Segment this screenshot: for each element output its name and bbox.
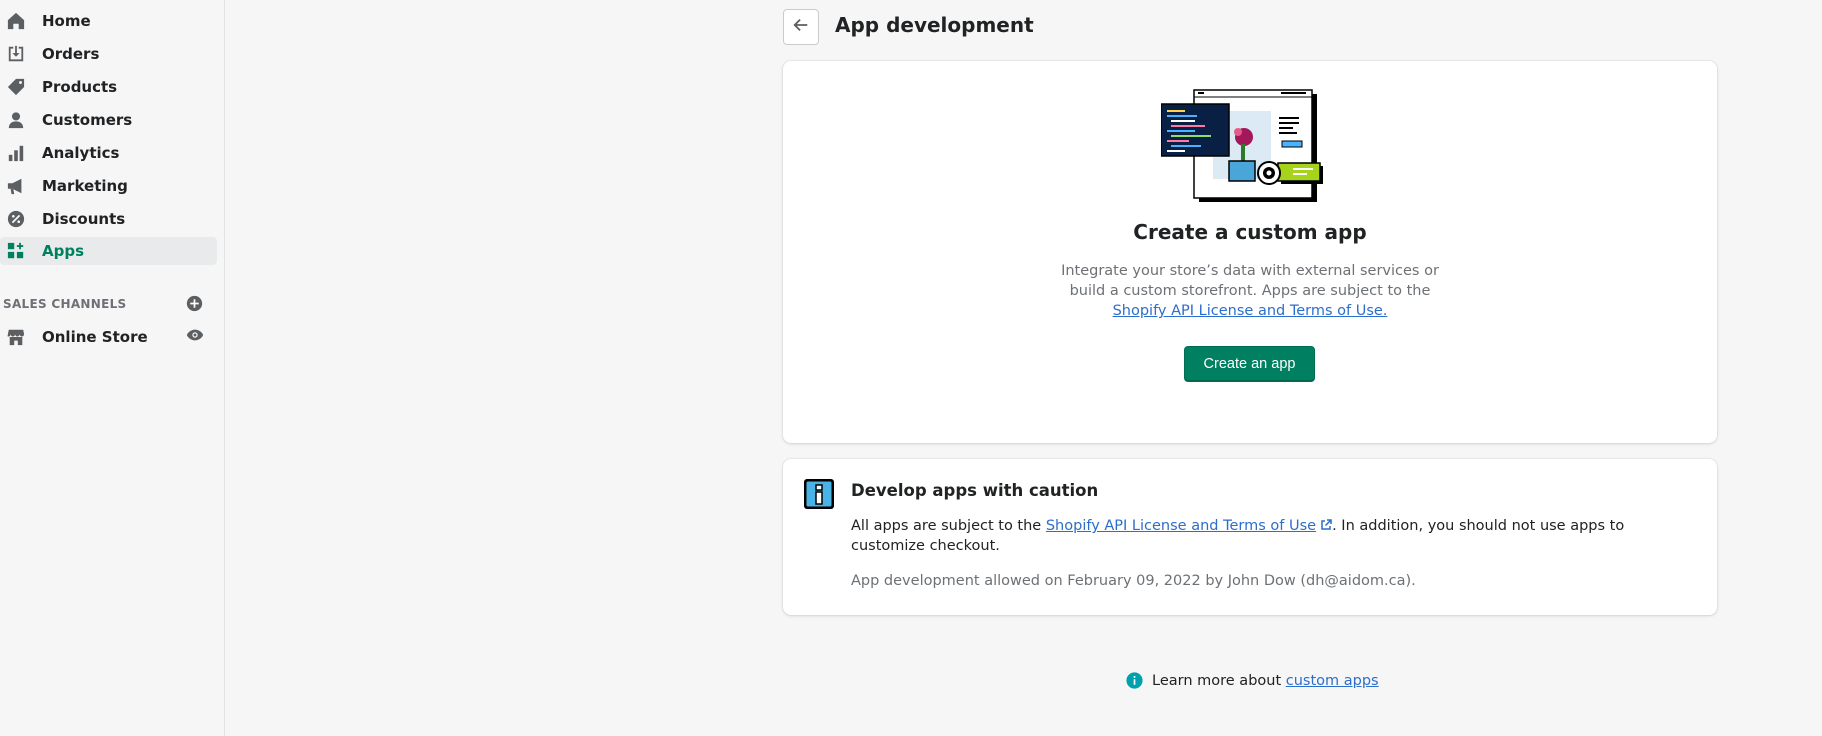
sidebar-item-customers[interactable]: Customers xyxy=(0,106,217,134)
arrow-left-icon xyxy=(792,16,810,38)
orders-icon xyxy=(6,44,26,64)
sidebar-item-analytics[interactable]: Analytics xyxy=(0,139,217,167)
card-heading: Create a custom app xyxy=(1133,220,1367,244)
sidebar-item-apps[interactable]: Apps xyxy=(0,237,217,265)
eye-icon[interactable] xyxy=(186,327,204,341)
add-circle-icon[interactable] xyxy=(186,295,203,312)
caution-title: Develop apps with caution xyxy=(851,481,1099,500)
discount-icon xyxy=(6,209,26,229)
license-link[interactable]: Shopify API License and Terms of Use. xyxy=(1113,303,1388,319)
description-line: build a custom storefront. Apps are subj… xyxy=(1069,283,1431,299)
caution-text: All apps are subject to the Shopify API … xyxy=(851,516,1701,556)
sidebar-item-orders[interactable]: Orders xyxy=(0,40,217,68)
custom-app-card: Create a custom app Integrate your store… xyxy=(783,61,1717,443)
page-title: App development xyxy=(835,13,1034,37)
sidebar-item-label: Discounts xyxy=(42,210,126,228)
sidebar-item-discounts[interactable]: Discounts xyxy=(0,205,217,233)
sidebar-item-label: Customers xyxy=(42,111,133,129)
back-button[interactable] xyxy=(783,9,819,45)
sidebar-item-home[interactable]: Home xyxy=(0,7,217,35)
bar-chart-icon xyxy=(6,143,26,163)
sales-channels-heading: SALES CHANNELS xyxy=(3,297,127,311)
home-icon xyxy=(6,11,26,31)
allowed-status-text: App development allowed on February 09, … xyxy=(851,573,1416,589)
megaphone-icon xyxy=(6,176,26,196)
custom-apps-link[interactable]: custom apps xyxy=(1286,673,1379,689)
sidebar-item-online-store[interactable]: Online Store xyxy=(0,323,217,351)
description-line: Integrate your store’s data with externa… xyxy=(1061,263,1439,279)
sidebar: Home Orders Products Customers Analytics… xyxy=(0,0,225,736)
sidebar-item-marketing[interactable]: Marketing xyxy=(0,172,217,200)
tag-icon xyxy=(6,77,26,97)
learn-more-prefix: Learn more about xyxy=(1152,672,1282,689)
card-description: Integrate your store’s data with externa… xyxy=(1050,261,1450,321)
terms-link[interactable]: Shopify API License and Terms of Use xyxy=(1046,518,1332,534)
learn-more: Learn more about custom apps xyxy=(1126,672,1379,689)
info-circle-icon xyxy=(1126,672,1143,689)
person-icon xyxy=(6,110,26,130)
custom-app-illustration xyxy=(1160,89,1327,207)
sidebar-item-label: Orders xyxy=(42,45,100,63)
store-icon xyxy=(6,327,26,347)
sidebar-item-label: Marketing xyxy=(42,177,128,195)
external-link-icon xyxy=(1320,517,1332,530)
info-icon xyxy=(802,477,836,511)
sidebar-item-label: Home xyxy=(42,12,91,30)
sidebar-item-label: Online Store xyxy=(42,328,148,346)
sidebar-item-label: Analytics xyxy=(42,144,120,162)
sidebar-item-label: Products xyxy=(42,78,118,96)
apps-icon xyxy=(6,241,26,261)
terms-link-label: Shopify API License and Terms of Use xyxy=(1045,518,1317,534)
caution-card: Develop apps with caution All apps are s… xyxy=(783,459,1717,615)
caution-text-before: All apps are subject to the xyxy=(851,518,1042,534)
create-app-button[interactable]: Create an app xyxy=(1184,346,1315,382)
sidebar-item-label: Apps xyxy=(42,242,85,260)
sidebar-item-products[interactable]: Products xyxy=(0,73,217,101)
